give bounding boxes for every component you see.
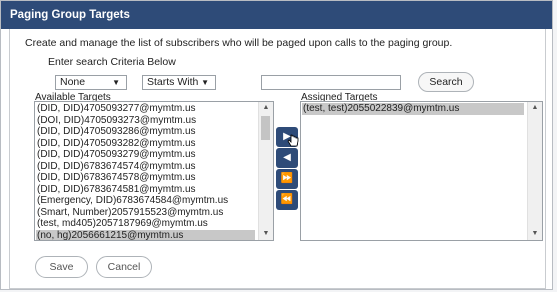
chevron-down-icon: ▼ (112, 78, 120, 87)
available-targets-list[interactable]: (no, hg)2056661215@mymtm.us (test, md405)… (34, 101, 274, 241)
move-all-left-button[interactable]: ⏪ (276, 190, 298, 210)
move-all-right-button[interactable]: ⏩ (276, 169, 298, 189)
list-item[interactable]: (test, md405)2057187969@mymtm.us (37, 218, 208, 230)
chevron-down-icon: ▼ (201, 78, 209, 87)
list-item[interactable]: (DID, DID)4705093286@mymtm.us (37, 126, 196, 138)
search-button[interactable]: Search (418, 72, 474, 92)
list-item[interactable]: (DID, DID)6783674578@mymtm.us (37, 172, 196, 184)
save-button[interactable]: Save (35, 256, 88, 278)
field-select-value: None (60, 76, 86, 88)
field-select[interactable]: None ▼ (55, 75, 127, 90)
list-item[interactable]: (no, hg)2056661215@mymtm.us (36, 229, 255, 240)
scroll-up-icon[interactable]: ▲ (528, 102, 542, 114)
scroll-down-icon[interactable]: ▼ (528, 228, 542, 240)
list-item[interactable]: (DID, DID)4705093277@mymtm.us (37, 103, 196, 115)
search-input[interactable] (261, 75, 401, 90)
match-select-value: Starts With (147, 76, 199, 88)
list-item[interactable]: (DID, DID)6783674581@mymtm.us (37, 184, 196, 196)
assigned-scrollbar[interactable]: ▲ ▼ (527, 102, 542, 240)
list-item[interactable]: (DID, DID)6783674574@mymtm.us (37, 161, 196, 173)
list-item[interactable]: (Emergency, DID)6783674584@mymtm.us (37, 195, 228, 207)
list-item[interactable]: (test, test)2055022839@mymtm.us (302, 103, 524, 115)
criteria-label: Enter search Criteria Below (48, 56, 176, 68)
scroll-up-icon[interactable]: ▲ (259, 102, 273, 114)
list-item[interactable]: (Smart, Number)2057915523@mymtm.us (37, 207, 223, 219)
list-item[interactable]: (DID, DID)4705093282@mymtm.us (37, 138, 196, 150)
dialog-title: Paging Group Targets (1, 1, 552, 29)
scroll-down-icon[interactable]: ▼ (259, 228, 273, 240)
scroll-thumb[interactable] (261, 116, 270, 140)
list-item[interactable]: (DOI, DID)4705093273@mymtm.us (37, 115, 196, 127)
move-left-button[interactable]: ◀ (276, 148, 298, 168)
available-scrollbar[interactable]: ▲ ▼ (258, 102, 273, 240)
cancel-button[interactable]: Cancel (96, 256, 152, 278)
assigned-targets-list[interactable]: (test, test)2055022839@mymtm.us ▲ ▼ (300, 101, 543, 241)
paging-group-targets-dialog: Paging Group Targets Create and manage t… (0, 0, 553, 290)
list-item[interactable]: (DID, DID)4705093279@mymtm.us (37, 149, 196, 161)
match-select[interactable]: Starts With ▼ (142, 75, 216, 90)
hand-cursor-icon (287, 134, 299, 147)
description-text: Create and manage the list of subscriber… (25, 37, 453, 49)
